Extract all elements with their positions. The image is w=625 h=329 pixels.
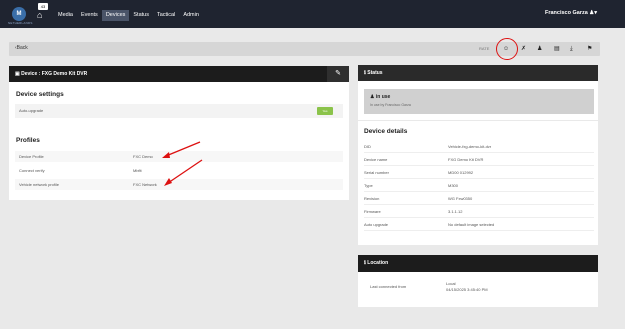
edit-button[interactable]: ✎ (327, 66, 349, 82)
profile-row: Vehicle network profile FXC Network (15, 179, 343, 190)
status-title: Status (367, 70, 383, 76)
main-nav: Media Events Devices Status Tactical Adm… (54, 10, 203, 21)
status-box: ♟ in use In use by Francisco Garza (364, 89, 594, 114)
download-icon[interactable]: ⤓ (570, 45, 573, 53)
detail-value: FXG Demo Kit DVR (448, 157, 484, 162)
rate-label: RATE (479, 46, 490, 51)
device-title: Device : FXG Demo Kit DVR (21, 71, 88, 77)
detail-row: Type M300 (364, 180, 594, 192)
detail-label: Firmware (364, 209, 381, 214)
detail-value: WG Fxw0350 (448, 196, 473, 201)
detail-row: DID Vehicle-fxg-demo-kit-dvr (364, 141, 594, 153)
detail-label: DID (364, 144, 371, 149)
profile-value: Mbfit (133, 168, 142, 173)
device-details-card: Device details DID Vehicle-fxg-demo-kit-d… (358, 121, 598, 245)
device-card-header: ▣ Device : FXG Demo Kit DVR (9, 66, 349, 82)
status-header: ℹ Status (358, 65, 598, 81)
person-icon: ♟ (370, 94, 375, 100)
profile-row: Device Profile FXC Demo (15, 151, 343, 162)
detail-value: No default image selected (448, 222, 495, 227)
detail-value: 3.1.1.12 (448, 209, 463, 214)
back-label: Back (16, 45, 28, 51)
home-icon[interactable]: ⌂ (37, 10, 42, 20)
user-name: Francisco Garza (544, 10, 588, 16)
last-connected-label: Last connected from (370, 284, 407, 289)
location-card: ℹ Location Last connected from Local 04/… (358, 255, 598, 307)
profile-row: Connect verify Mbfit (15, 165, 343, 176)
notification-badge[interactable]: 43 (38, 3, 48, 10)
status-state-text: in use (375, 94, 391, 100)
detail-row: Serial number MD00 012992 (364, 167, 594, 179)
detail-label: Serial number (364, 170, 389, 175)
app-logo[interactable]: M (12, 7, 26, 21)
profile-label: Device Profile (19, 154, 44, 159)
status-state: ♟ in use (370, 94, 390, 100)
detail-row: Auto upgrade No default image selected (364, 219, 594, 231)
detail-label: Device name (364, 157, 388, 162)
nav-item-admin[interactable]: Admin (179, 10, 203, 21)
device-card: ▣ Device : FXG Demo Kit DVR ✎ Device set… (9, 66, 349, 200)
user-icon: ♟▾ (589, 10, 597, 16)
top-navbar: M NETHERLANDS 43 ⌂ Media Events Devices … (0, 0, 625, 28)
detail-row: Device name FXG Demo Kit DVR (364, 154, 594, 166)
device-settings-title: Device settings (16, 91, 64, 98)
status-card: ℹ Status ♟ in use In use by Francisco Ga… (358, 65, 598, 120)
info-icon: ℹ (364, 70, 366, 76)
detail-row: Firmware 3.1.1.12 (364, 206, 594, 218)
last-connected-value: Local (446, 281, 456, 286)
nav-item-devices[interactable]: Devices (101, 10, 130, 21)
profile-value: FXC Network (133, 182, 157, 187)
auto-upgrade-row: Auto-upgrade Yes (15, 104, 343, 118)
detail-label: Type (364, 183, 373, 188)
detail-label: Revision (364, 196, 380, 201)
detail-value: M300 (448, 183, 459, 188)
location-header: ℹ Location (358, 255, 598, 272)
last-connected-date: 04/15/2025 3:45:40 PM (446, 287, 488, 292)
nav-item-media[interactable]: Media (54, 10, 77, 21)
add-user-icon[interactable]: ♟ (537, 45, 542, 53)
logo-text: NETHERLANDS (8, 21, 33, 25)
flag-icon[interactable]: ⚑ (587, 45, 592, 53)
nav-item-events[interactable]: Events (77, 10, 102, 21)
highlight-circle (496, 38, 518, 60)
pencil-icon: ✎ (335, 70, 341, 77)
nav-item-status[interactable]: Status (129, 10, 153, 21)
detail-value: Vehicle-fxg-demo-kit-dvr (448, 144, 492, 149)
user-menu[interactable]: Francisco Garza ♟▾ (545, 10, 597, 16)
device-icon: ▣ (15, 71, 20, 77)
auto-upgrade-label: Auto-upgrade (19, 108, 44, 113)
detail-label: Auto upgrade (364, 222, 389, 227)
auto-upgrade-toggle[interactable]: Yes (317, 107, 333, 115)
status-sub: In use by Francisco Garza (370, 103, 411, 107)
profile-label: Vehicle network profile (19, 182, 60, 187)
info-icon: ℹ (364, 260, 366, 266)
detail-value: MD00 012992 (448, 170, 474, 175)
profile-label: Connect verify (19, 168, 45, 173)
location-title: Location (367, 260, 389, 266)
unlink-icon[interactable]: ✗ (521, 45, 526, 53)
nav-item-tactical[interactable]: Tactical (153, 10, 179, 21)
detail-row: Revision WG Fxw0350 (364, 193, 594, 205)
clipboard-icon[interactable]: ▤ (554, 45, 560, 53)
profile-value: FXC Demo (133, 154, 153, 159)
profiles-title: Profiles (16, 137, 40, 144)
device-details-title: Device details (364, 128, 408, 135)
back-button[interactable]: ‹Back (15, 45, 28, 51)
